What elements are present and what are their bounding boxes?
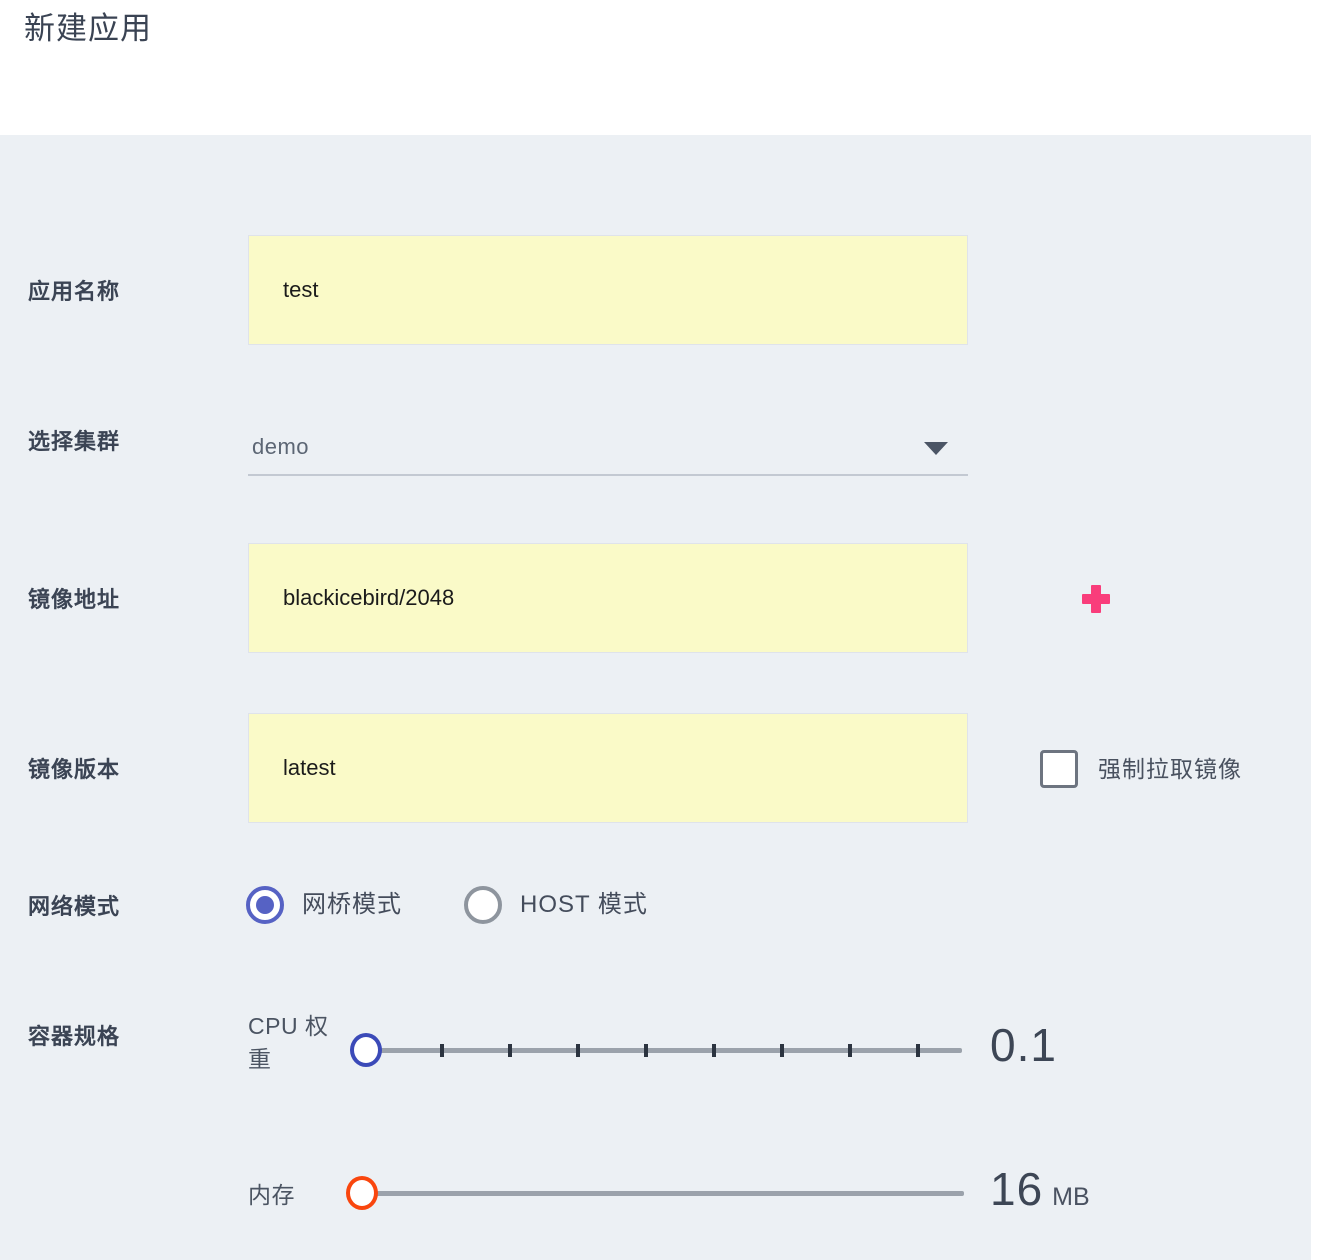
slider-tick	[712, 1044, 716, 1057]
memory-value-number: 16	[990, 1163, 1044, 1215]
app-name-label: 应用名称	[28, 279, 121, 304]
radio-selected-icon	[246, 886, 284, 924]
network-mode-radio-group: 网桥模式 HOST 模式	[246, 886, 710, 924]
cluster-select-value: demo	[252, 434, 310, 459]
image-address-label: 镜像地址	[28, 587, 121, 612]
cluster-label: 选择集群	[28, 429, 121, 454]
panel-right-edge	[1311, 135, 1318, 1260]
memory-slider-track[interactable]	[362, 1191, 964, 1196]
slider-tick	[644, 1044, 648, 1057]
slider-tick	[508, 1044, 512, 1057]
cpu-weight-value-number: 0.1	[990, 1019, 1057, 1071]
slider-tick	[780, 1044, 784, 1057]
radio-bridge-mode-label: 网桥模式	[302, 891, 402, 918]
image-version-input[interactable]	[248, 713, 968, 823]
slider-tick	[916, 1044, 920, 1057]
slider-tick	[848, 1044, 852, 1057]
cpu-weight-slider-handle[interactable]	[350, 1033, 382, 1067]
memory-slider[interactable]	[346, 1176, 964, 1210]
container-spec-label: 容器规格	[28, 1024, 121, 1049]
cpu-weight-slider[interactable]	[350, 1033, 962, 1067]
network-mode-label: 网络模式	[28, 894, 121, 919]
cpu-weight-slider-track[interactable]	[366, 1048, 962, 1053]
slider-tick	[576, 1044, 580, 1057]
cluster-select[interactable]: demo	[248, 420, 968, 476]
new-application-page: 新建应用 应用名称 选择集群 demo 镜像地址 镜像版本 强制拉取镜像 网络模…	[0, 0, 1318, 1260]
force-pull-checkbox[interactable]: 强制拉取镜像	[1040, 750, 1242, 788]
cpu-weight-slider-label: CPU 权重	[248, 1013, 329, 1072]
image-address-input[interactable]	[248, 543, 968, 653]
memory-value-unit: MB	[1052, 1183, 1090, 1211]
image-version-label: 镜像版本	[28, 757, 121, 782]
memory-slider-handle[interactable]	[346, 1176, 378, 1210]
radio-unselected-icon	[464, 886, 502, 924]
plus-icon[interactable]	[1080, 583, 1114, 617]
force-pull-checkbox-label: 强制拉取镜像	[1098, 756, 1242, 782]
slider-tick	[440, 1044, 444, 1057]
page-header: 新建应用	[0, 0, 1318, 135]
radio-host-mode-label: HOST 模式	[520, 891, 648, 918]
chevron-down-icon	[924, 442, 948, 455]
memory-value: 16 MB	[990, 1163, 1090, 1223]
radio-bridge-mode[interactable]: 网桥模式	[246, 886, 402, 924]
page-title: 新建应用	[24, 11, 152, 46]
memory-slider-label: 内存	[248, 1182, 295, 1208]
checkbox-box-icon	[1040, 750, 1078, 788]
cluster-select-underline	[248, 474, 968, 476]
cpu-weight-value: 0.1	[990, 1019, 1057, 1071]
radio-host-mode[interactable]: HOST 模式	[464, 886, 648, 924]
app-name-input[interactable]	[248, 235, 968, 345]
